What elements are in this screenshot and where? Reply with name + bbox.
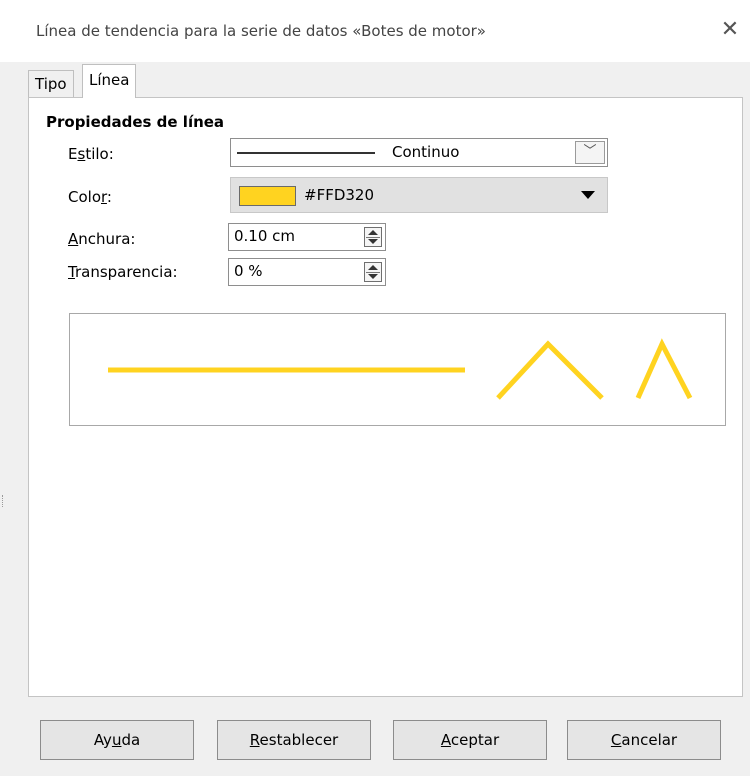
color-swatch	[239, 186, 296, 206]
transparency-spinbox[interactable]: 0 %	[228, 258, 386, 286]
color-label: Color:	[68, 188, 112, 206]
dropdown-arrow-icon[interactable]	[581, 191, 595, 199]
style-value: Continuo	[392, 143, 460, 161]
dialog-title: Línea de tendencia para la serie de dato…	[36, 22, 486, 40]
color-value: #FFD320	[304, 186, 375, 204]
line-preview	[69, 313, 726, 426]
dialog-buttons: Ayuda Restablecer Aceptar Cancelar	[0, 715, 750, 765]
width-label: Anchura:	[68, 230, 136, 248]
title-bar: Línea de tendencia para la serie de dato…	[0, 0, 750, 62]
tab-panel-linea: Propiedades de línea Estilo: Continuo ﹀ …	[28, 97, 743, 697]
tab-tipo[interactable]: Tipo	[28, 70, 74, 97]
ok-button[interactable]: Aceptar	[393, 720, 547, 760]
color-dropdown[interactable]: #FFD320	[230, 177, 608, 213]
close-icon[interactable]: ✕	[718, 18, 742, 42]
style-select[interactable]: Continuo ﹀	[230, 138, 608, 167]
chevron-down-icon[interactable]: ﹀	[575, 141, 605, 164]
cancel-button[interactable]: Cancelar	[567, 720, 721, 760]
spin-arrows-icon[interactable]	[364, 262, 382, 282]
width-spinbox[interactable]: 0.10 cm	[228, 223, 386, 251]
help-button[interactable]: Ayuda	[40, 720, 194, 760]
line-properties-heading: Propiedades de línea	[46, 113, 225, 131]
resize-handle[interactable]	[2, 495, 7, 507]
style-label: Estilo:	[68, 145, 114, 163]
transparency-label: Transparencia:	[68, 263, 178, 281]
spin-arrows-icon[interactable]	[364, 227, 382, 247]
line-preview-graphic	[108, 338, 693, 400]
preview-angle-line	[496, 340, 604, 400]
width-value: 0.10 cm	[234, 227, 296, 245]
transparency-value: 0 %	[234, 262, 263, 280]
line-style-sample	[237, 152, 375, 154]
reset-button[interactable]: Restablecer	[217, 720, 371, 760]
tab-linea[interactable]: Línea	[82, 64, 137, 98]
preview-acute-line	[635, 338, 693, 400]
